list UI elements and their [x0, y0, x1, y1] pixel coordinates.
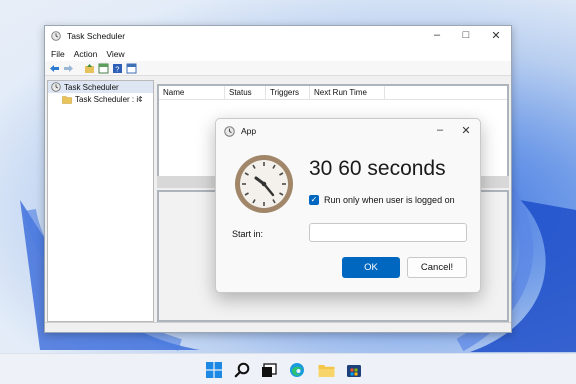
- taskbar: [0, 353, 576, 384]
- run-only-logged-on-option[interactable]: ✓ Run only when user is logged on: [309, 195, 455, 205]
- clock-icon: [51, 31, 61, 41]
- tree-item-task-scheduler[interactable]: Task Scheduler: [48, 81, 153, 93]
- search-icon[interactable]: [232, 360, 252, 380]
- back-arrow-icon[interactable]: [49, 63, 60, 74]
- clock-icon: [235, 155, 293, 213]
- store-icon[interactable]: [344, 360, 364, 380]
- column-header-triggers[interactable]: Triggers: [266, 85, 310, 100]
- clock-icon: [51, 82, 61, 92]
- forward-arrow-icon[interactable]: [63, 63, 74, 74]
- title-bar: Task Scheduler – □ ✕: [45, 26, 511, 46]
- dialog-title-bar: App – ✕: [216, 119, 480, 143]
- minimize-icon[interactable]: –: [432, 124, 448, 136]
- up-folder-icon[interactable]: [84, 63, 95, 74]
- task-list-header: Name Status Triggers Next Run Time: [159, 85, 507, 100]
- start-in-input[interactable]: [309, 223, 467, 242]
- edge-icon[interactable]: [287, 360, 307, 380]
- column-header-next-run-time[interactable]: Next Run Time: [310, 85, 385, 100]
- run-only-logged-on-label: Run only when user is logged on: [324, 195, 455, 205]
- navigation-tree: Task Scheduler Task Scheduler : i¢: [47, 80, 154, 322]
- properties-icon[interactable]: [126, 63, 137, 74]
- menu-file[interactable]: File: [51, 49, 65, 59]
- dialog-heading: 30 60 seconds: [309, 157, 446, 180]
- svg-text:?: ?: [115, 64, 119, 73]
- tree-item-task-scheduler-library[interactable]: Task Scheduler : i¢: [48, 93, 153, 105]
- menu-bar: File Action View: [45, 46, 511, 61]
- maximize-icon[interactable]: □: [458, 29, 474, 41]
- close-icon[interactable]: ✕: [488, 29, 504, 42]
- clock-icon: [224, 125, 235, 137]
- window-title: Task Scheduler: [67, 31, 126, 41]
- start-icon[interactable]: [204, 360, 224, 380]
- menu-view[interactable]: View: [106, 49, 124, 59]
- menu-action[interactable]: Action: [74, 49, 98, 59]
- task-view-icon[interactable]: [259, 360, 279, 380]
- close-icon[interactable]: ✕: [458, 124, 474, 137]
- tree-item-label: Task Scheduler: [64, 82, 119, 92]
- ok-button[interactable]: OK: [342, 257, 400, 278]
- app-dialog: App – ✕ 30 60 seconds ✓ Run only when us…: [215, 118, 481, 293]
- toolbar: ?: [45, 61, 511, 76]
- tree-item-label: Task Scheduler : i¢: [75, 94, 143, 104]
- run-only-logged-on-checkbox[interactable]: ✓: [309, 195, 319, 205]
- file-explorer-icon[interactable]: [316, 360, 336, 380]
- folder-icon: [62, 95, 72, 104]
- cancel-button[interactable]: Cancel!: [407, 257, 467, 278]
- help-icon[interactable]: ?: [112, 63, 123, 74]
- status-bar: [45, 322, 511, 332]
- column-header-status[interactable]: Status: [225, 85, 266, 100]
- minimize-icon[interactable]: –: [429, 29, 445, 41]
- dialog-title: App: [241, 126, 257, 136]
- column-header-name[interactable]: Name: [159, 85, 225, 100]
- show-hide-console-icon[interactable]: [98, 63, 109, 74]
- start-in-label: Start in:: [232, 229, 264, 239]
